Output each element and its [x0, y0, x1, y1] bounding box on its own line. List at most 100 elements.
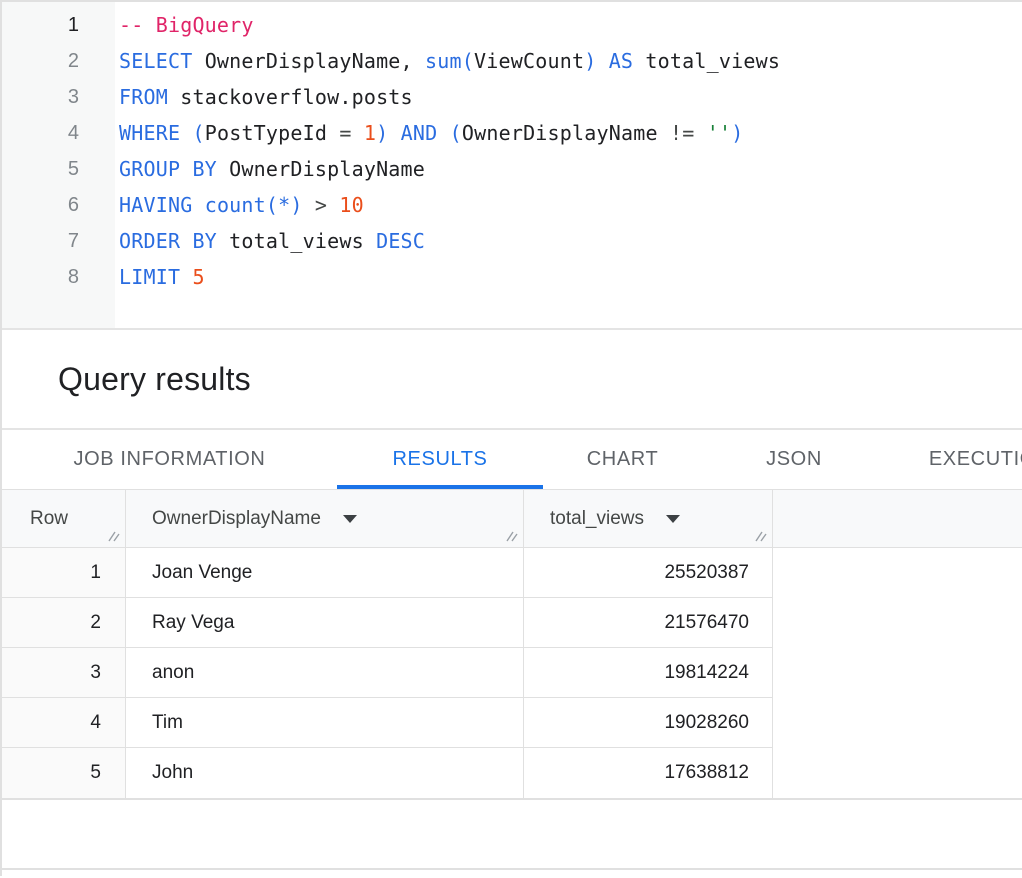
tab-json[interactable]: JSON: [702, 430, 886, 489]
code-text: LIMIT 5: [115, 259, 205, 295]
cell-owner-display-name: Tim: [126, 698, 524, 748]
table-row: 2Ray Vega21576470: [2, 598, 1022, 648]
editor-lines: 1-- BigQuery2SELECT OwnerDisplayName, su…: [2, 2, 1022, 295]
column-header-filler: [773, 490, 1022, 547]
tab-execution-details[interactable]: EXECUTION DETAILS: [886, 430, 1022, 489]
token-keyword: HAVING: [119, 193, 192, 217]
line-number: 8: [2, 259, 115, 295]
sort-caret-icon[interactable]: [343, 515, 357, 523]
column-resize-grip[interactable]: [504, 528, 518, 542]
table-body: 1Joan Venge255203872Ray Vega215764703ano…: [2, 548, 1022, 800]
code-text: -- BigQuery: [115, 7, 254, 43]
token-keyword: count(*): [205, 193, 303, 217]
token-keyword: LIMIT: [119, 265, 180, 289]
code-text: FROM stackoverflow.posts: [115, 79, 413, 115]
line-number: 4: [2, 115, 115, 151]
token-keyword: WHERE: [119, 121, 180, 145]
sql-editor[interactable]: 1-- BigQuery2SELECT OwnerDisplayName, su…: [2, 2, 1022, 330]
code-text: ORDER BY total_views DESC: [115, 223, 425, 259]
token-plain: [180, 265, 192, 289]
cell-row-number: 4: [2, 698, 126, 748]
column-header-OwnerDisplayName: OwnerDisplayName: [126, 490, 524, 547]
token-operator: =: [339, 121, 351, 145]
token-keyword: FROM: [119, 85, 168, 109]
line-number: 3: [2, 79, 115, 115]
code-line: 4WHERE (PostTypeId = 1) AND (OwnerDispla…: [2, 115, 1022, 151]
cell-filler: [773, 748, 1022, 798]
token-comment: -- BigQuery: [119, 13, 254, 37]
results-table: Row OwnerDisplayName total_views 1Joan Ven…: [2, 490, 1022, 800]
token-keyword: sum(: [425, 49, 474, 73]
column-label: Row: [30, 508, 68, 530]
token-plain: [694, 121, 706, 145]
code-line: 7ORDER BY total_views DESC: [2, 223, 1022, 259]
cell-total-views: 19028260: [524, 698, 773, 748]
code-line: 2SELECT OwnerDisplayName, sum(ViewCount)…: [2, 43, 1022, 79]
token-plain: PostTypeId: [205, 121, 340, 145]
code-line: 5GROUP BY OwnerDisplayName: [2, 151, 1022, 187]
cell-total-views: 19814224: [524, 648, 773, 698]
code-text: SELECT OwnerDisplayName, sum(ViewCount) …: [115, 43, 780, 79]
token-plain: stackoverflow.posts: [168, 85, 413, 109]
token-plain: [388, 121, 400, 145]
token-plain: ViewCount: [474, 49, 584, 73]
token-keyword: ): [584, 49, 596, 73]
query-results-title: Query results: [58, 361, 251, 398]
tab-job-information[interactable]: JOB INFORMATION: [2, 430, 337, 489]
token-keyword: ORDER BY: [119, 229, 217, 253]
token-plain: total_views: [633, 49, 780, 73]
token-plain: [303, 193, 315, 217]
cell-owner-display-name: anon: [126, 648, 524, 698]
token-keyword: (: [192, 121, 204, 145]
cell-owner-display-name: Joan Venge: [126, 548, 524, 598]
column-header-total_views: total_views: [524, 490, 773, 547]
token-plain: OwnerDisplayName: [217, 157, 425, 181]
sort-caret-icon[interactable]: [666, 515, 680, 523]
table-header-row: Row OwnerDisplayName total_views: [2, 490, 1022, 548]
tab-results[interactable]: RESULTS: [337, 430, 543, 489]
token-plain: [192, 193, 204, 217]
token-plain: OwnerDisplayName: [462, 121, 670, 145]
cell-total-views: 21576470: [524, 598, 773, 648]
table-row: 1Joan Venge25520387: [2, 548, 1022, 598]
line-number: 5: [2, 151, 115, 187]
code-line: 1-- BigQuery: [2, 7, 1022, 43]
query-results-header: Query results: [2, 330, 1022, 430]
token-plain: OwnerDisplayName,: [192, 49, 425, 73]
cell-filler: [773, 548, 1022, 598]
token-keyword: DESC: [376, 229, 425, 253]
cell-filler: [773, 698, 1022, 748]
token-keyword: AS: [609, 49, 633, 73]
token-keyword: GROUP BY: [119, 157, 217, 181]
token-keyword: ): [376, 121, 388, 145]
code-text: HAVING count(*) > 10: [115, 187, 364, 223]
token-plain: [327, 193, 339, 217]
token-keyword: AND: [401, 121, 438, 145]
cell-owner-display-name: John: [126, 748, 524, 798]
table-footer-area: [2, 800, 1022, 870]
cell-row-number: 1: [2, 548, 126, 598]
token-plain: [352, 121, 364, 145]
line-number: 7: [2, 223, 115, 259]
token-keyword: SELECT: [119, 49, 192, 73]
tab-chart[interactable]: CHART: [543, 430, 702, 489]
column-resize-grip[interactable]: [106, 528, 120, 542]
line-number: 2: [2, 43, 115, 79]
column-header-row: Row: [2, 490, 126, 547]
bigquery-results-panel: 1-- BigQuery2SELECT OwnerDisplayName, su…: [0, 0, 1022, 876]
table-row: 5John17638812: [2, 748, 1022, 798]
token-number: 10: [339, 193, 363, 217]
code-text: GROUP BY OwnerDisplayName: [115, 151, 425, 187]
code-line: 6HAVING count(*) > 10: [2, 187, 1022, 223]
token-operator: !=: [670, 121, 694, 145]
token-plain: [437, 121, 449, 145]
table-row: 4Tim19028260: [2, 698, 1022, 748]
line-number: 6: [2, 187, 115, 223]
token-number: 5: [192, 265, 204, 289]
cell-filler: [773, 648, 1022, 698]
column-label: total_views: [550, 508, 644, 530]
code-line: 3FROM stackoverflow.posts: [2, 79, 1022, 115]
column-resize-grip[interactable]: [753, 528, 767, 542]
code-line: 8LIMIT 5: [2, 259, 1022, 295]
token-plain: [596, 49, 608, 73]
